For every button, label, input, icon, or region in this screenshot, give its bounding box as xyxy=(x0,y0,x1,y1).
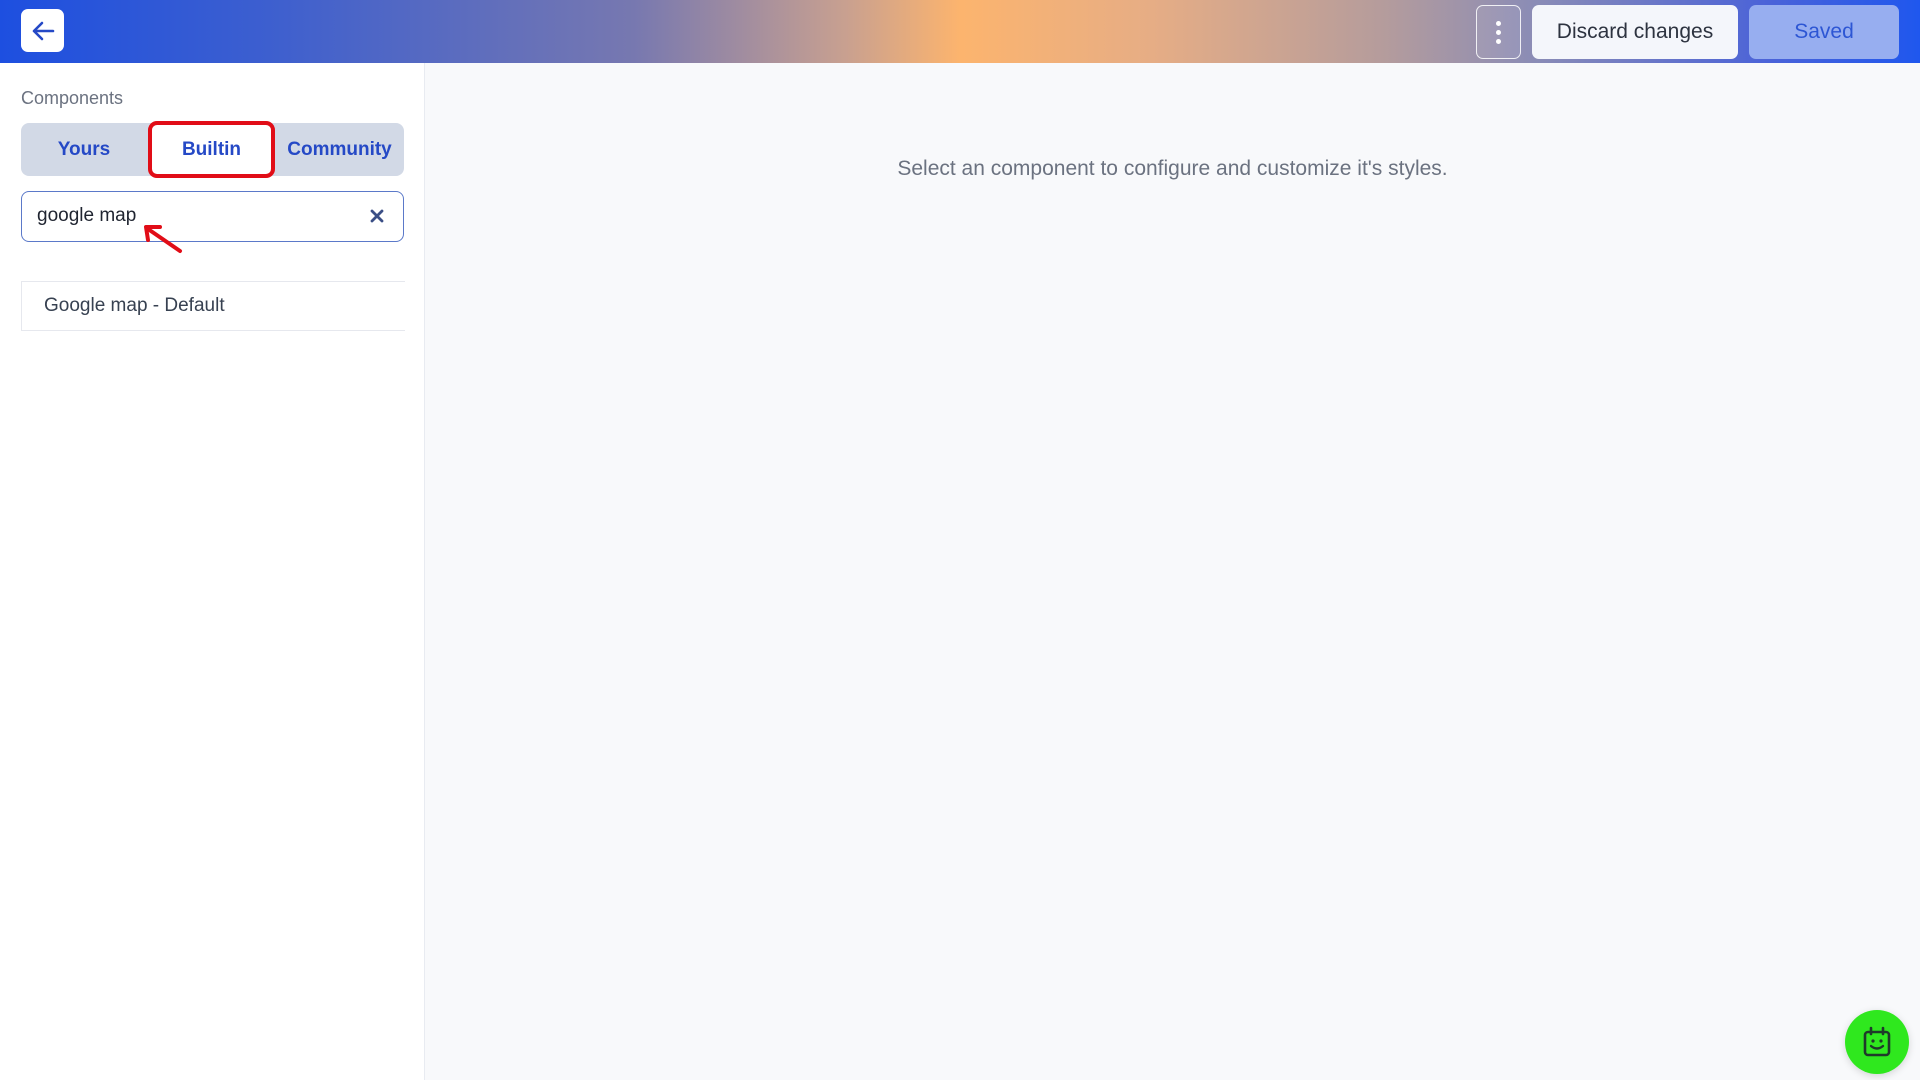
component-result-item[interactable]: Google map - Default xyxy=(21,281,405,331)
saved-button[interactable]: Saved xyxy=(1749,5,1899,59)
search-field xyxy=(21,191,404,242)
back-button[interactable] xyxy=(21,9,64,52)
search-input[interactable] xyxy=(37,192,357,240)
dot xyxy=(1496,29,1501,35)
clear-search-button[interactable] xyxy=(365,204,389,228)
close-icon xyxy=(370,209,384,223)
tab-builtin[interactable]: Builtin xyxy=(148,121,275,178)
discard-changes-button[interactable]: Discard changes xyxy=(1532,5,1738,59)
empty-state-message: Select an component to configure and cus… xyxy=(897,157,1448,180)
tab-community[interactable]: Community xyxy=(275,123,404,176)
tab-yours[interactable]: Yours xyxy=(21,123,147,176)
calendar-smile-icon xyxy=(1863,1026,1891,1057)
section-title: Components xyxy=(21,88,124,108)
component-tabs: Yours Community Builtin xyxy=(21,121,404,178)
dot xyxy=(1496,38,1501,44)
more-options-button[interactable] xyxy=(1476,5,1521,59)
arrow-left-icon xyxy=(32,21,54,40)
components-sidebar: Components Yours Community Builtin Googl… xyxy=(0,63,425,1080)
top-bar: Discard changes Saved xyxy=(0,0,1920,63)
help-widget-button[interactable] xyxy=(1845,1010,1909,1074)
annotation-arrow-icon xyxy=(144,225,182,253)
vertical-dots-icon xyxy=(1496,20,1501,26)
